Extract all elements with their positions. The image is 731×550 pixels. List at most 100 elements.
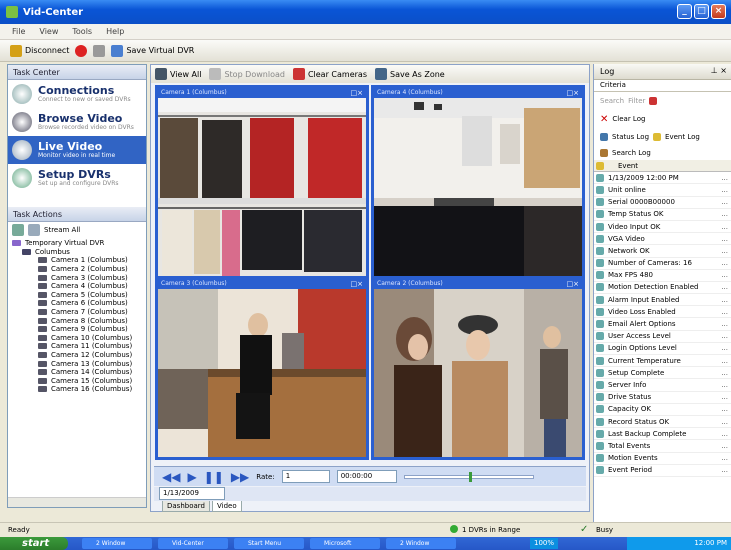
log-entry[interactable]: Network OK... — [594, 245, 731, 258]
log-entry[interactable]: Temp Status OK... — [594, 209, 731, 221]
log-entry[interactable]: 1/13/2009 12:00 PM... — [594, 172, 731, 185]
menu-tools[interactable]: Tools — [72, 27, 92, 36]
video-pane[interactable]: Camera 4 (Columbus) □× — [371, 85, 585, 282]
clear-log-button[interactable]: ✕ Clear Log — [594, 110, 731, 128]
taskbar-window-button[interactable]: Start Menu — [234, 538, 304, 549]
log-entry[interactable]: Unit online... — [594, 184, 731, 197]
start-button[interactable]: start — [0, 537, 68, 550]
tree-camera-item[interactable]: Camera 12 (Columbus) — [8, 351, 146, 360]
tree-camera-item[interactable]: Camera 13 (Columbus) — [8, 359, 146, 368]
tab-dashboard[interactable]: Dashboard — [162, 501, 210, 512]
log-entry[interactable]: Motion Detection Enabled... — [594, 282, 731, 295]
log-entry[interactable]: Login Options Level... — [594, 343, 731, 355]
log-entry[interactable]: Capacity OK... — [594, 404, 731, 416]
tree-camera-item[interactable]: Camera 11 (Columbus) — [8, 342, 146, 351]
rate-select[interactable]: 1 — [281, 470, 330, 483]
zoom-indicator[interactable]: 100% — [530, 538, 559, 549]
tab-criteria[interactable]: Criteria — [594, 80, 731, 92]
close-icon[interactable]: □× — [351, 279, 363, 289]
rewind-icon[interactable]: ◀◀ — [162, 470, 180, 484]
add-icon[interactable] — [12, 224, 24, 236]
pin-icon[interactable]: ⊥ × — [711, 66, 727, 75]
tree-camera-item[interactable]: Camera 10 (Columbus) — [8, 334, 146, 343]
taskbar-window-button[interactable]: Microsoft — [310, 538, 380, 549]
settings-icon[interactable] — [93, 44, 106, 57]
log-entry[interactable]: Current Temperature... — [594, 355, 731, 368]
taskbar-window-button[interactable]: 2 Window — [82, 538, 152, 549]
task-connections[interactable]: Connections Connect to new or saved DVRs — [8, 80, 146, 108]
log-entry[interactable]: Setup Complete... — [594, 367, 731, 380]
tree-camera-item[interactable]: Camera 3 (Columbus) — [8, 273, 146, 282]
log-entry[interactable]: VGA Video... — [594, 233, 731, 246]
status-log-button[interactable]: Status Log — [612, 133, 649, 141]
tree-camera-item[interactable]: Camera 5 (Columbus) — [8, 291, 146, 300]
tree-camera-item[interactable]: Camera 15 (Columbus) — [8, 377, 146, 386]
tab-video[interactable]: Video — [211, 501, 242, 512]
delete-icon[interactable] — [649, 97, 658, 105]
log-entry[interactable]: Email Alert Options... — [594, 318, 731, 331]
search-log-button[interactable]: Search Log — [594, 146, 731, 160]
task-setup-dvrs[interactable]: Setup DVRs Set up and configure DVRs — [8, 164, 146, 192]
video-pane[interactable]: Camera 3 (Columbus) □× — [155, 276, 369, 460]
close-icon[interactable]: □× — [567, 88, 579, 98]
menu-file[interactable]: File — [12, 27, 25, 36]
tree-site[interactable]: Columbus — [8, 248, 146, 257]
log-entry[interactable]: Motion Events... — [594, 453, 731, 465]
tree-camera-item[interactable]: Camera 16 (Columbus) — [8, 385, 146, 394]
minimize-button[interactable]: _ — [677, 4, 692, 19]
tree-camera-item[interactable]: Camera 7 (Columbus) — [8, 308, 146, 317]
log-entry[interactable]: Alarm Input Enabled... — [594, 294, 731, 307]
log-entry[interactable]: Total Events... — [594, 440, 731, 453]
fast-forward-icon[interactable]: ▶▶ — [231, 470, 249, 484]
menu-view[interactable]: View — [39, 27, 58, 36]
playback-slider[interactable] — [403, 471, 534, 482]
taskbar-window-button[interactable]: 2 Window — [386, 538, 456, 549]
stop-icon[interactable] — [75, 44, 88, 57]
filter-button[interactable]: Filter — [628, 97, 645, 105]
stop-download-button[interactable]: Stop Download — [209, 68, 285, 80]
menu-help[interactable]: Help — [106, 27, 124, 36]
disconnect-button[interactable]: Disconnect — [10, 44, 69, 57]
video-pane[interactable]: Camera 2 (Columbus) □× — [371, 276, 585, 460]
save-virtual-dvr-button[interactable]: Save Virtual DVR — [111, 44, 194, 57]
pause-icon[interactable]: ❚❚ — [204, 470, 224, 484]
clear-cameras-button[interactable]: Clear Cameras — [292, 68, 367, 80]
time-field[interactable]: 00:00:00 — [336, 470, 397, 483]
tree-camera-item[interactable]: Camera 1 (Columbus) — [8, 256, 146, 265]
date-field[interactable]: 1/13/2009 — [159, 487, 225, 500]
stream-all-button[interactable]: Stream All — [44, 226, 80, 234]
log-entry[interactable]: Video Loss Enabled... — [594, 306, 731, 319]
close-icon[interactable]: □× — [567, 279, 579, 289]
horizontal-scrollbar[interactable] — [8, 497, 146, 507]
event-log-button[interactable]: Event Log — [665, 133, 700, 141]
tree-camera-item[interactable]: Camera 4 (Columbus) — [8, 282, 146, 291]
video-pane[interactable]: Camera 1 (Columbus) □× — [155, 85, 369, 282]
list-icon[interactable] — [28, 224, 40, 236]
log-entry[interactable]: Max FPS 480... — [594, 270, 731, 282]
play-icon[interactable]: ▶ — [187, 470, 196, 484]
save-as-zone-button[interactable]: Save As Zone — [374, 68, 445, 80]
log-entry[interactable]: Serial 0000B00000... — [594, 197, 731, 209]
view-all-button[interactable]: View All — [155, 68, 201, 80]
maximize-button[interactable]: □ — [694, 4, 709, 19]
tree-camera-item[interactable]: Camera 8 (Columbus) — [8, 316, 146, 325]
task-live-video[interactable]: Live Video Monitor video in real time — [8, 136, 146, 164]
tree-camera-item[interactable]: Camera 9 (Columbus) — [8, 325, 146, 334]
log-entry[interactable]: Record Status OK... — [594, 416, 731, 429]
log-entry[interactable]: User Access Level... — [594, 331, 731, 343]
taskbar-window-button[interactable]: Vid-Center — [158, 538, 228, 549]
tree-camera-item[interactable]: Camera 6 (Columbus) — [8, 299, 146, 308]
log-entry[interactable]: Event Period... — [594, 465, 731, 477]
close-button[interactable]: × — [711, 4, 726, 19]
log-entry[interactable]: Video Input OK... — [594, 221, 731, 234]
log-entry[interactable]: Server Info... — [594, 379, 731, 392]
search-button[interactable]: Search — [600, 97, 624, 105]
log-entry[interactable]: Last Backup Complete... — [594, 428, 731, 441]
log-entry[interactable]: Number of Cameras: 16... — [594, 258, 731, 270]
slider-thumb[interactable] — [468, 471, 472, 482]
log-entry[interactable]: Drive Status... — [594, 392, 731, 404]
tree-root[interactable]: Temporary Virtual DVR — [8, 239, 146, 248]
task-browse-video[interactable]: Browse Video Browse recorded video on DVR… — [8, 108, 146, 136]
tree-camera-item[interactable]: Camera 14 (Columbus) — [8, 368, 146, 377]
tree-camera-item[interactable]: Camera 2 (Columbus) — [8, 265, 146, 274]
